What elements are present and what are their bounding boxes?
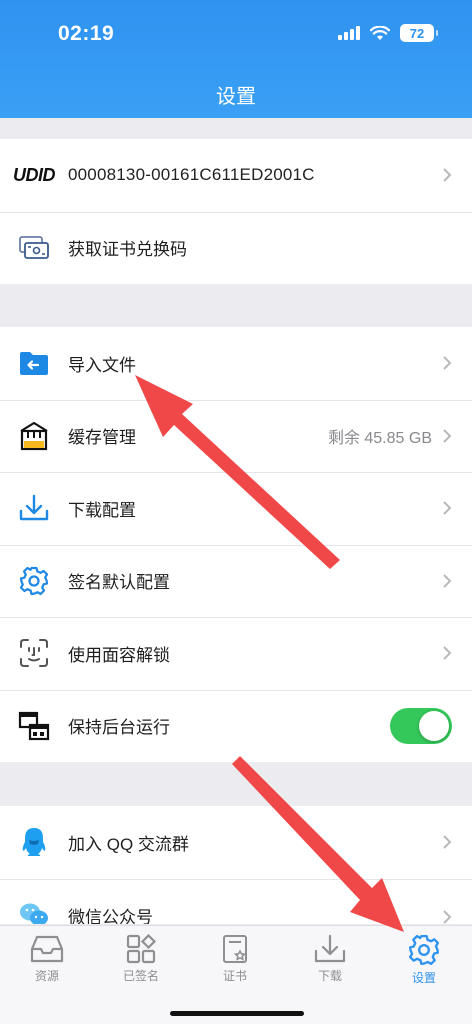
cache-management-row[interactable]: 缓存管理 剩余 45.85 GB xyxy=(0,399,472,473)
face-id-unlock-label: 使用面容解锁 xyxy=(68,645,170,665)
wifi-icon xyxy=(370,25,390,40)
download-icon xyxy=(314,934,346,963)
status-time: 02:19 xyxy=(58,22,115,45)
download-config-label: 下载配置 xyxy=(68,500,136,520)
wechat-account-label: 微信公众号 xyxy=(68,907,153,925)
tab-downloads-label: 下载 xyxy=(317,969,342,983)
tab-certificates[interactable]: 证书 xyxy=(188,934,282,984)
page-title: 设置 xyxy=(216,86,256,108)
tab-settings-label: 设置 xyxy=(411,971,436,985)
tab-signed-label: 已签名 xyxy=(122,969,159,983)
download-config-row[interactable]: 下载配置 xyxy=(0,472,472,545)
tab-bar: 资源 已签名 证书 下载 设置 xyxy=(0,925,472,1024)
qq-penguin-icon xyxy=(18,826,50,858)
settings-group-device: UDID 00008130-00161C611ED2001C 获取证书兑换码 xyxy=(0,139,472,284)
chevron-right-icon xyxy=(443,646,452,660)
home-indicator xyxy=(170,1011,304,1016)
redeem-code-label: 获取证书兑换码 xyxy=(68,240,187,260)
chevron-right-icon xyxy=(443,429,452,443)
cache-management-label: 缓存管理 xyxy=(68,428,136,448)
keep-background-toggle[interactable] xyxy=(390,707,452,744)
storage-box-icon xyxy=(18,420,50,452)
status-indicators: 72 xyxy=(338,24,438,42)
cellular-signal-icon xyxy=(338,26,360,40)
udid-row[interactable]: UDID 00008130-00161C611ED2001C xyxy=(0,139,472,212)
certificate-icon xyxy=(223,935,247,963)
cache-remaining-value: 剩余 45.85 GB xyxy=(327,429,432,447)
import-file-row[interactable]: 导入文件 xyxy=(0,327,472,400)
download-icon xyxy=(18,492,50,524)
face-id-icon xyxy=(18,637,50,669)
chevron-right-icon xyxy=(443,168,452,182)
tab-signed[interactable]: 已签名 xyxy=(94,934,188,984)
chevron-right-icon xyxy=(443,835,452,849)
tab-resources[interactable]: 资源 xyxy=(0,934,94,984)
udid-icon: UDID xyxy=(13,159,56,191)
settings-group-community: 加入 QQ 交流群 微信公众号 xyxy=(0,806,472,924)
udid-icon-text: UDID xyxy=(13,164,56,185)
chevron-right-icon xyxy=(443,356,452,370)
ticket-icon xyxy=(18,232,50,264)
qq-group-row[interactable]: 加入 QQ 交流群 xyxy=(0,806,472,879)
gear-icon xyxy=(408,934,440,966)
tab-settings[interactable]: 设置 xyxy=(377,934,471,986)
chevron-right-icon xyxy=(443,574,452,588)
tab-downloads[interactable]: 下载 xyxy=(283,934,377,984)
sign-default-config-label: 签名默认配置 xyxy=(68,573,170,593)
wechat-account-row[interactable]: 微信公众号 xyxy=(0,878,472,925)
chevron-right-icon xyxy=(443,501,452,515)
gear-icon xyxy=(18,565,50,597)
face-id-unlock-row[interactable]: 使用面容解锁 xyxy=(0,617,472,690)
wechat-icon xyxy=(18,899,50,924)
tab-resources-label: 资源 xyxy=(34,969,59,983)
nav-header: 02:19 72 设置 xyxy=(0,0,472,118)
background-windows-icon xyxy=(18,710,50,742)
battery-icon: 72 xyxy=(400,24,438,42)
tab-certificates-label: 证书 xyxy=(222,969,247,983)
qq-group-label: 加入 QQ 交流群 xyxy=(68,834,189,854)
folder-import-icon xyxy=(18,347,50,379)
inbox-tray-icon xyxy=(30,935,64,963)
keep-background-label: 保持后台运行 xyxy=(68,718,170,738)
grid-apps-icon xyxy=(126,934,157,964)
keep-background-row: 保持后台运行 xyxy=(0,689,472,763)
settings-group-general: 导入文件 缓存管理 剩余 45.85 GB 下载配置 签名默认配置 使用面容解锁… xyxy=(0,327,472,762)
redeem-code-row[interactable]: 获取证书兑换码 xyxy=(0,211,472,285)
import-file-label: 导入文件 xyxy=(68,355,136,375)
udid-value: 00008130-00161C611ED2001C xyxy=(68,165,315,185)
sign-default-config-row[interactable]: 签名默认配置 xyxy=(0,544,472,618)
chevron-right-icon xyxy=(443,909,452,924)
